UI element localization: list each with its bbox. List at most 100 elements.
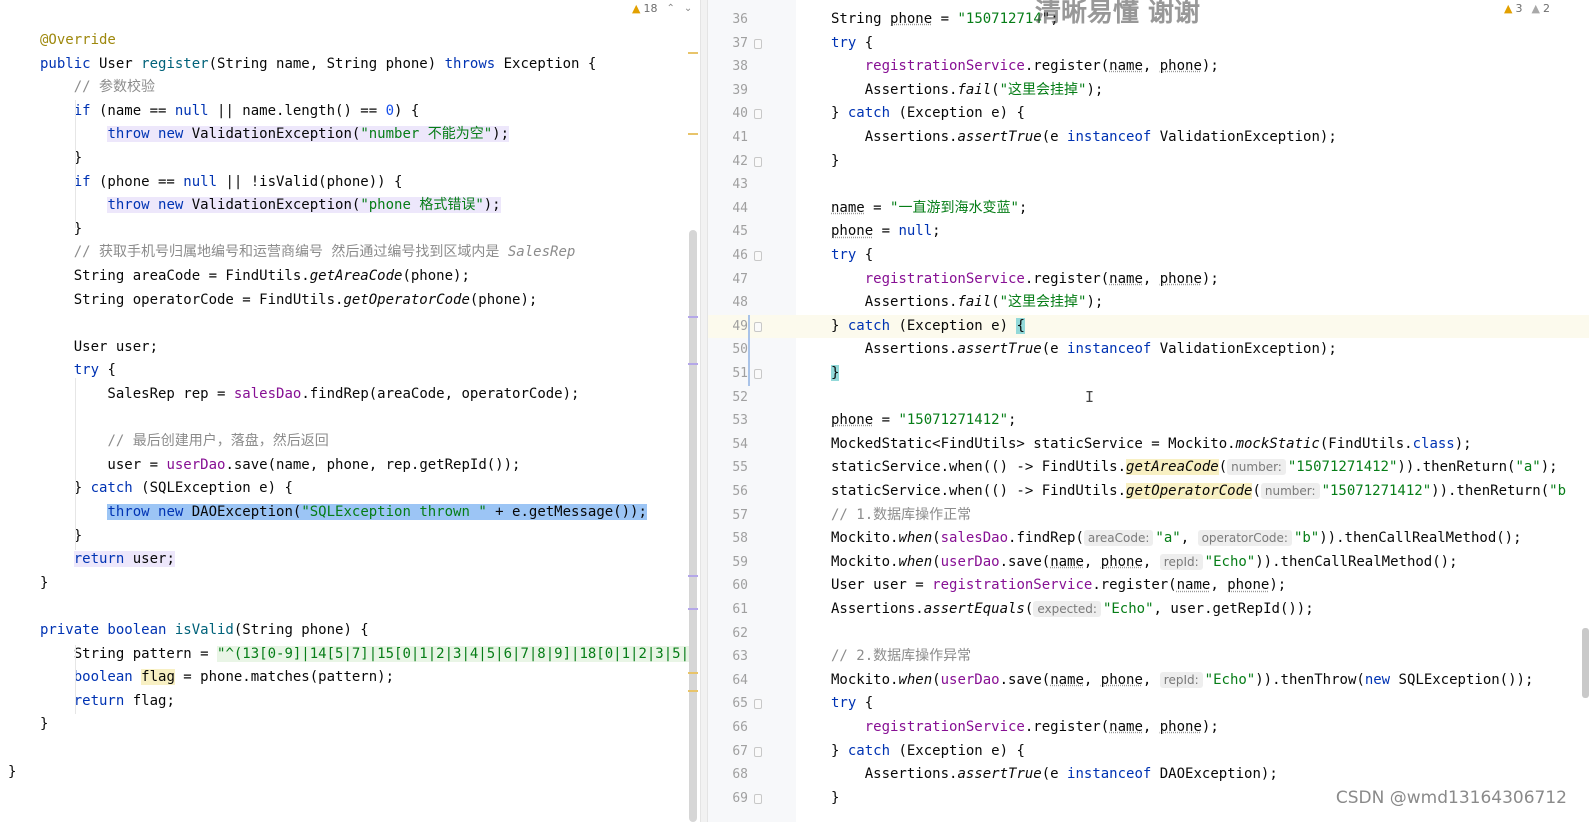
code-line[interactable]: throw new ValidationException("phone 格式错…: [40, 194, 501, 218]
code-line[interactable]: @Override: [40, 29, 116, 53]
code-line[interactable]: Assertions.fail("这里会挂掉");: [796, 291, 1589, 315]
fold-marker-icon[interactable]: [754, 38, 762, 49]
line-number[interactable]: 43: [708, 173, 748, 197]
line-number[interactable]: 40: [708, 102, 748, 126]
code-line[interactable]: User user;: [40, 336, 158, 360]
code-line[interactable]: } catch (Exception e) {: [796, 314, 1589, 339]
code-line[interactable]: String pattern = "^(13[0-9]|14[5|7]|15[0…: [40, 643, 698, 667]
code-line[interactable]: Assertions.assertEquals(expected: "Echo",…: [796, 598, 1589, 622]
code-line[interactable]: // 获取手机号归属地编号和运营商编号 然后通过编号找到区域内是 SalesRe…: [40, 241, 576, 265]
line-number[interactable]: 51: [708, 362, 748, 386]
scroll-marker-usage[interactable]: [688, 608, 698, 610]
scroll-marker-warning[interactable]: [688, 672, 698, 674]
line-number-gutter[interactable]: 36 37 38 39 40 41 42 43 44 45 46 47 48 49 50 51 52 53 54 55…: [708, 0, 796, 822]
code-line[interactable]: name = "一直游到海水变蓝";: [796, 197, 1589, 221]
scroll-marker-warning[interactable]: [688, 133, 698, 135]
code-line[interactable]: }: [40, 713, 48, 737]
line-number[interactable]: 58: [708, 527, 748, 551]
code-line[interactable]: Assertions.assertTrue(e instanceof Valid…: [796, 126, 1589, 150]
line-number[interactable]: 60: [708, 574, 748, 598]
code-line[interactable]: } catch (SQLException e) {: [40, 477, 293, 501]
code-line[interactable]: [796, 386, 1589, 410]
scroll-marker-usage[interactable]: [688, 363, 698, 365]
vcs-change-marker[interactable]: [748, 314, 750, 386]
code-line[interactable]: Assertions.assertTrue(e instanceof DAOEx…: [796, 763, 1589, 787]
line-number[interactable]: 52: [708, 386, 748, 410]
scroll-marker-warning[interactable]: [688, 690, 698, 692]
code-line[interactable]: return flag;: [40, 690, 175, 714]
line-number[interactable]: 54: [708, 433, 748, 457]
line-number[interactable]: 38: [708, 55, 748, 79]
line-number[interactable]: 55: [708, 456, 748, 480]
fold-marker-icon[interactable]: [754, 746, 762, 757]
fold-marker-icon[interactable]: [754, 321, 762, 332]
code-line[interactable]: phone = "15071271412";: [796, 409, 1589, 433]
line-number[interactable]: 48: [708, 291, 748, 315]
chevron-up-icon[interactable]: ⌃: [666, 3, 674, 14]
fold-marker-icon[interactable]: [754, 699, 762, 710]
code-line[interactable]: Assertions.assertTrue(e instanceof Valid…: [796, 338, 1589, 362]
fold-marker-icon[interactable]: [754, 156, 762, 167]
code-line[interactable]: throw new ValidationException("number 不能…: [40, 123, 510, 147]
line-number[interactable]: 45: [708, 220, 748, 244]
code-line[interactable]: return user;: [40, 548, 175, 572]
code-line[interactable]: } catch (Exception e) {: [796, 102, 1589, 126]
line-number[interactable]: 56: [708, 480, 748, 504]
code-line[interactable]: Assertions.fail("这里会挂掉");: [796, 79, 1589, 103]
line-number[interactable]: 36: [708, 8, 748, 32]
scroll-marker-usage[interactable]: [688, 316, 698, 318]
editor-splitter[interactable]: [700, 0, 708, 822]
code-line[interactable]: SalesRep rep = salesDao.findRep(areaCode…: [40, 383, 579, 407]
scroll-marker-warning[interactable]: [688, 52, 698, 54]
line-number[interactable]: 37: [708, 32, 748, 56]
left-editor-pane[interactable]: ▲ 18 ⌃ ⌄ @Override public User register(S…: [0, 0, 700, 822]
fold-marker-icon[interactable]: [754, 793, 762, 804]
line-number[interactable]: 64: [708, 669, 748, 693]
code-line[interactable]: registrationService.register(name, phone…: [796, 268, 1589, 292]
code-line[interactable]: [796, 622, 1589, 646]
code-line[interactable]: }: [796, 362, 1589, 386]
line-number[interactable]: 53: [708, 409, 748, 433]
left-scrollbar-thumb[interactable]: [689, 230, 697, 822]
right-scrollbar-thumb[interactable]: [1582, 628, 1589, 698]
line-number[interactable]: 65: [708, 692, 748, 716]
code-line[interactable]: registrationService.register(name, phone…: [796, 716, 1589, 740]
code-line[interactable]: if (name == null || name.length() == 0) …: [40, 100, 420, 124]
code-line[interactable]: }: [40, 572, 48, 596]
code-line[interactable]: [796, 173, 1589, 197]
line-number[interactable]: 57: [708, 504, 748, 528]
code-line[interactable]: private boolean isValid(String phone) {: [40, 619, 369, 643]
code-line[interactable]: user = userDao.save(name, phone, rep.get…: [40, 454, 520, 478]
scroll-marker-usage[interactable]: [688, 575, 698, 577]
code-line[interactable]: } catch (Exception e) {: [796, 740, 1589, 764]
code-line[interactable]: }: [796, 150, 1589, 174]
line-number[interactable]: 46: [708, 244, 748, 268]
code-line[interactable]: phone = null;: [796, 220, 1589, 244]
code-line[interactable]: if (phone == null || !isValid(phone)) {: [40, 171, 403, 195]
line-number[interactable]: 50: [708, 338, 748, 362]
line-number[interactable]: 62: [708, 622, 748, 646]
code-line[interactable]: User user = registrationService.register…: [796, 574, 1589, 598]
fold-marker-icon[interactable]: [754, 251, 762, 261]
line-number[interactable]: 63: [708, 645, 748, 669]
code-line[interactable]: throw new DAOException("SQLException thr…: [40, 501, 647, 525]
line-number[interactable]: 42: [708, 150, 748, 174]
code-line[interactable]: Mockito.when(salesDao.findRep(areaCode: "…: [796, 527, 1589, 551]
line-number[interactable]: 66: [708, 716, 748, 740]
code-line[interactable]: Mockito.when(userDao.save(name, phone, r…: [796, 551, 1589, 575]
fold-marker-icon[interactable]: [754, 369, 762, 379]
code-line[interactable]: try {: [796, 32, 1589, 56]
left-scrollbar[interactable]: [688, 0, 698, 822]
code-line[interactable]: public User register(String name, String…: [40, 53, 596, 77]
code-line[interactable]: staticService.when(() -> FindUtils.getOp…: [796, 480, 1589, 504]
line-number[interactable]: 59: [708, 551, 748, 575]
code-line[interactable]: boolean flag = phone.matches(pattern);: [40, 666, 394, 690]
line-number[interactable]: 67: [708, 740, 748, 764]
code-line[interactable]: staticService.when(() -> FindUtils.getAr…: [796, 456, 1589, 480]
code-line[interactable]: // 参数校验: [40, 76, 155, 100]
right-code-area[interactable]: String phone = "150712714"; try { registr…: [796, 0, 1589, 822]
code-line[interactable]: try {: [40, 359, 116, 383]
inspection-widget-right[interactable]: ▲ 3 ▲ 2: [1504, 2, 1550, 15]
code-line[interactable]: // 2.数据库操作异常: [796, 645, 1589, 669]
code-line[interactable]: // 1.数据库操作正常: [796, 504, 1589, 528]
